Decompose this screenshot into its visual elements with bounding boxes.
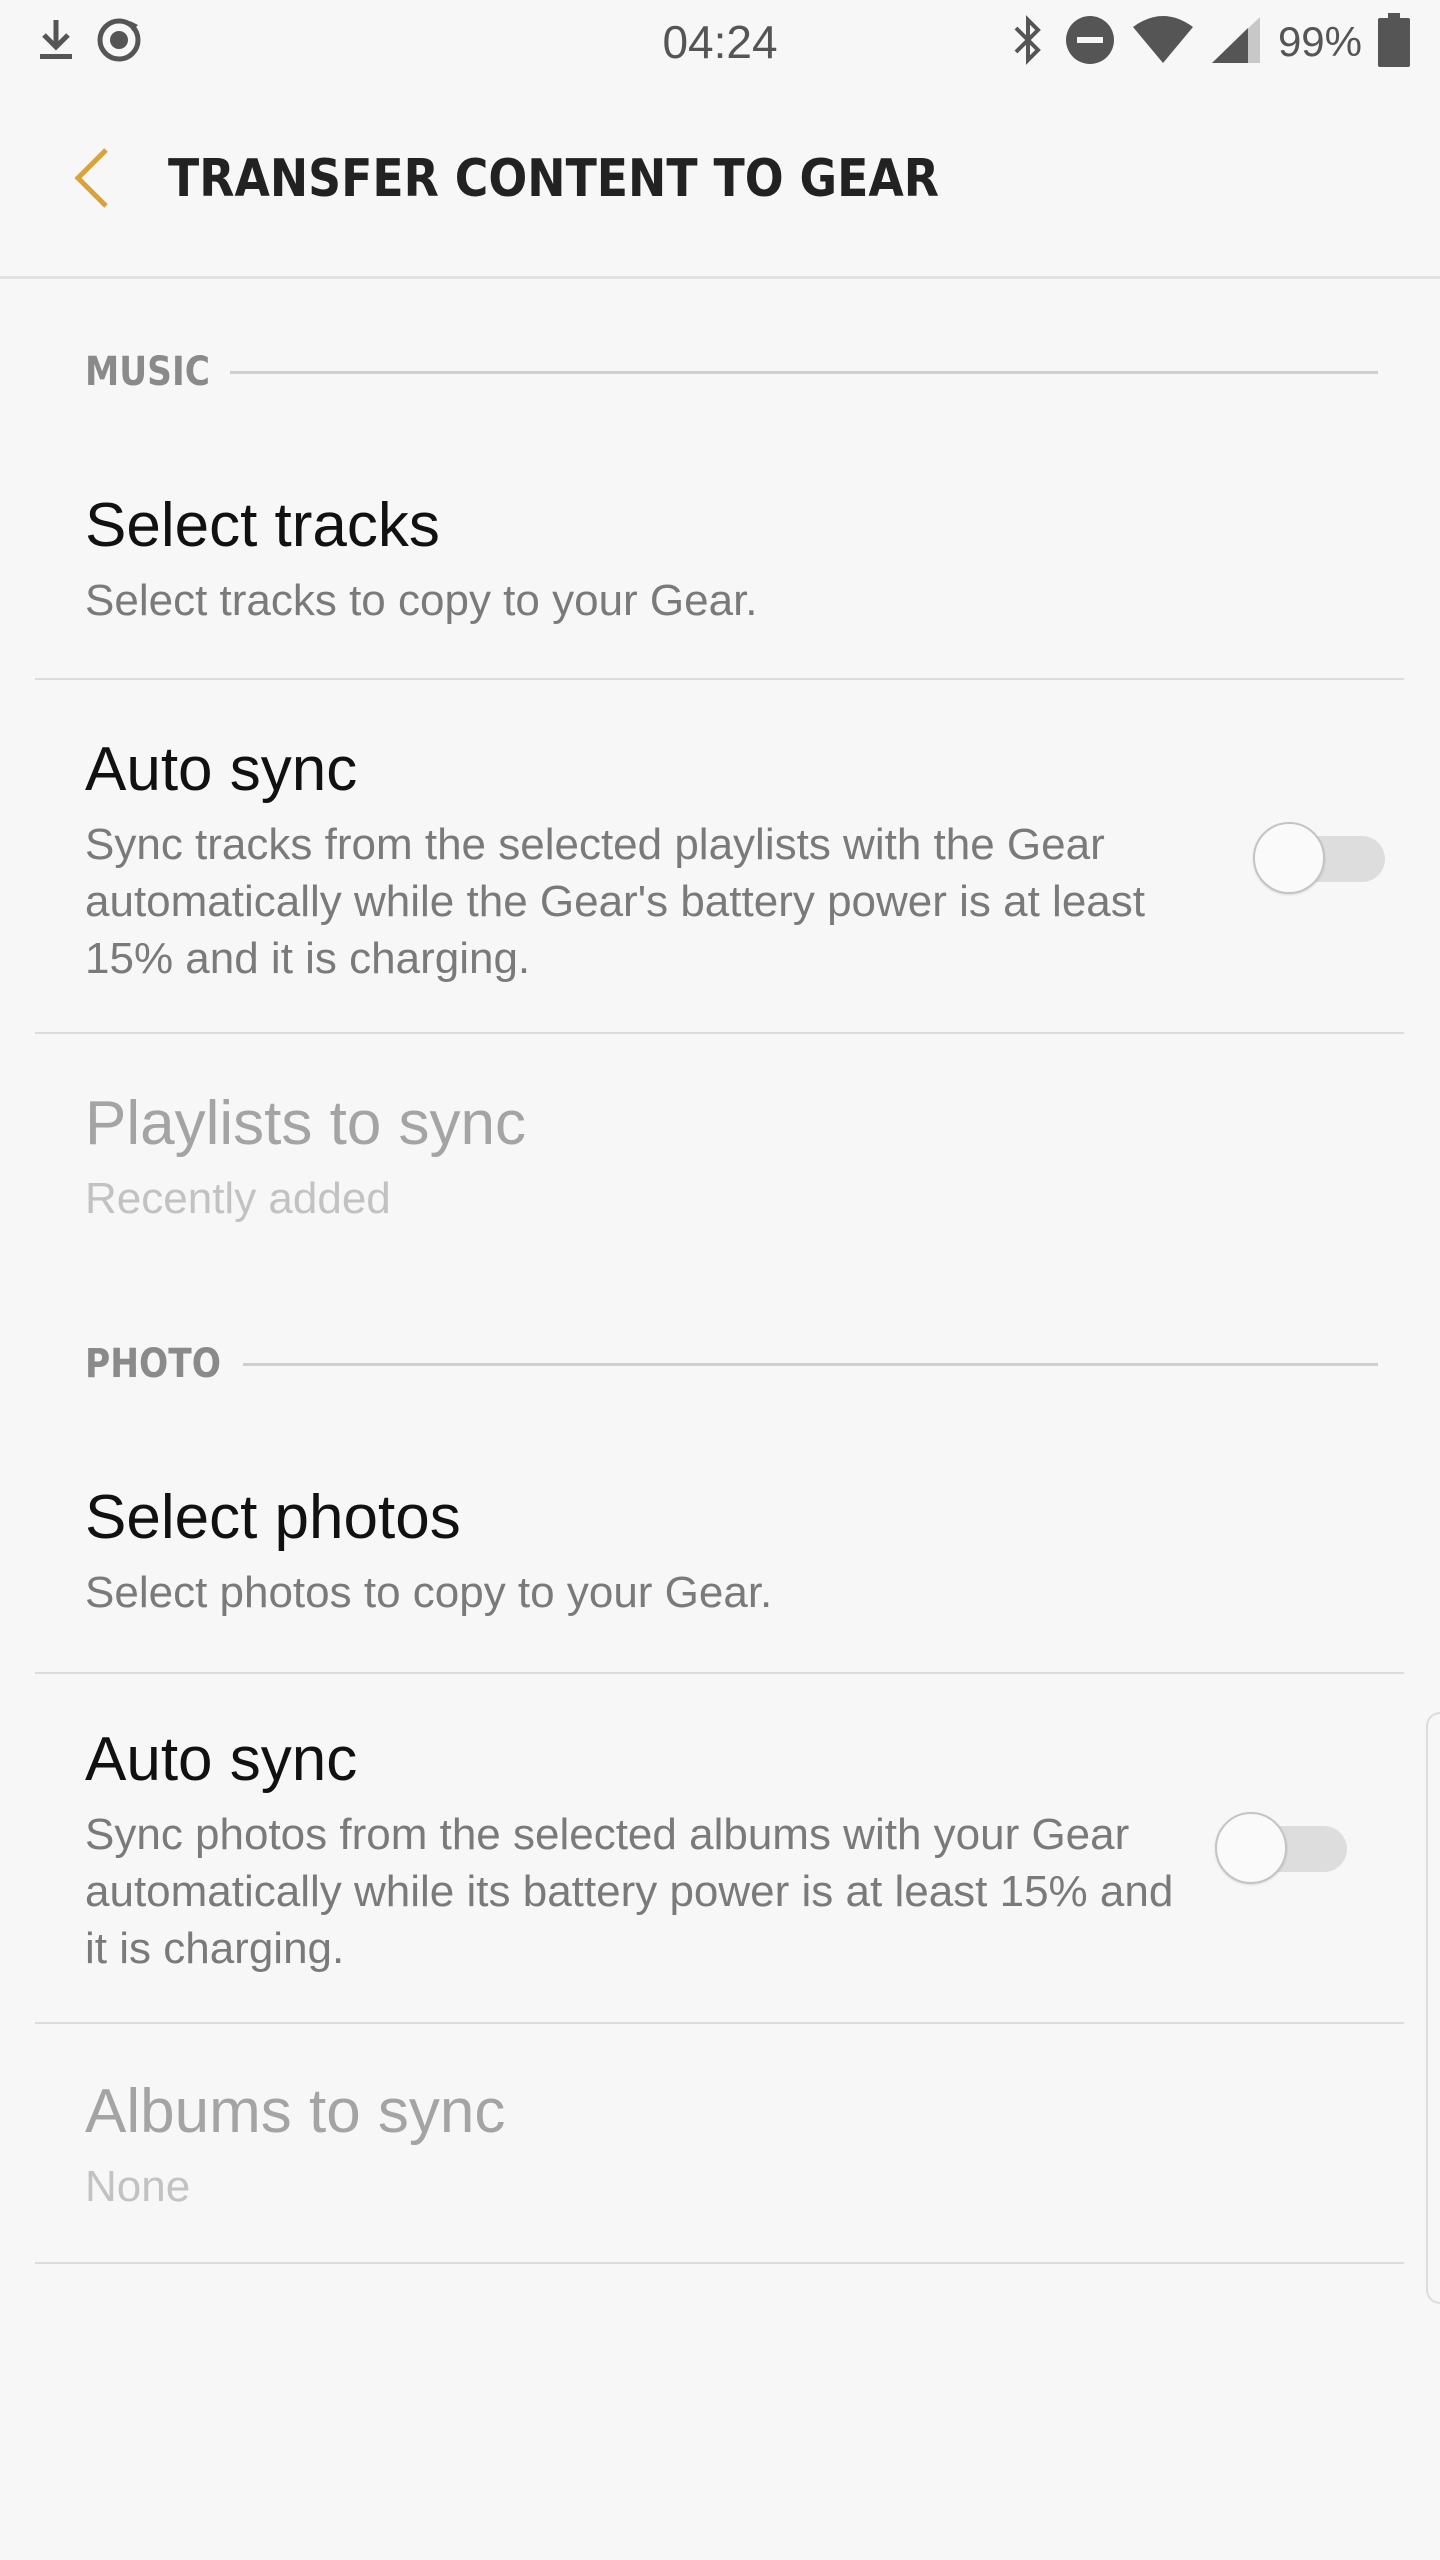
chevron-left-icon bbox=[70, 146, 114, 215]
playlists-to-sync-item[interactable]: Playlists to sync Recently added bbox=[35, 1034, 1404, 1284]
photo-auto-sync-item[interactable]: Auto sync Sync photos from the selected … bbox=[35, 1674, 1404, 2022]
toggle-knob bbox=[1215, 1812, 1287, 1884]
music-auto-sync-toggle[interactable] bbox=[1253, 822, 1385, 894]
albums-to-sync-title: Albums to sync bbox=[85, 2077, 506, 2146]
albums-to-sync-value: None bbox=[85, 2162, 191, 2211]
select-tracks-subtitle: Select tracks to copy to your Gear. bbox=[85, 576, 758, 625]
section-divider bbox=[243, 1362, 1378, 1366]
section-header-music: MUSIC bbox=[85, 342, 1378, 402]
photo-auto-sync-title: Auto sync bbox=[85, 1725, 358, 1794]
section-divider bbox=[230, 370, 1378, 374]
albums-to-sync-item[interactable]: Albums to sync None bbox=[35, 2024, 1404, 2262]
section-label-music: MUSIC bbox=[85, 349, 210, 395]
music-auto-sync-title: Auto sync bbox=[85, 735, 358, 804]
select-tracks-item[interactable]: Select tracks Select tracks to copy to y… bbox=[35, 470, 1404, 678]
select-photos-item[interactable]: Select photos Select photos to copy to y… bbox=[35, 1462, 1404, 1672]
photo-auto-sync-subtitle: Sync photos from the selected albums wit… bbox=[85, 1810, 1174, 1973]
page-title: TRANSFER CONTENT TO GEAR bbox=[168, 149, 940, 209]
cell-signal-icon bbox=[1210, 15, 1262, 70]
status-right-icons: 99% bbox=[1008, 12, 1410, 72]
battery-icon bbox=[1378, 12, 1410, 72]
scrollbar[interactable] bbox=[1426, 1712, 1440, 2304]
music-auto-sync-subtitle: Sync tracks from the selected playlists … bbox=[85, 820, 1145, 983]
status-bar: 04:24 99% bbox=[0, 0, 1440, 84]
playlists-to-sync-value: Recently added bbox=[85, 1174, 391, 1223]
app-bar: TRANSFER CONTENT TO GEAR bbox=[0, 84, 1440, 279]
music-auto-sync-item[interactable]: Auto sync Sync tracks from the selected … bbox=[35, 680, 1404, 1032]
do-not-disturb-icon bbox=[1064, 14, 1116, 71]
wifi-icon bbox=[1132, 15, 1194, 70]
bluetooth-icon bbox=[1008, 14, 1048, 71]
back-button[interactable] bbox=[52, 140, 132, 220]
section-label-photo: PHOTO bbox=[85, 1341, 221, 1387]
playlists-to-sync-title: Playlists to sync bbox=[85, 1089, 527, 1158]
select-tracks-title: Select tracks bbox=[85, 491, 440, 560]
battery-percent: 99% bbox=[1277, 18, 1362, 65]
select-photos-subtitle: Select photos to copy to your Gear. bbox=[85, 1568, 773, 1617]
select-photos-title: Select photos bbox=[85, 1483, 461, 1552]
photo-auto-sync-toggle[interactable] bbox=[1215, 1812, 1347, 1884]
toggle-knob bbox=[1253, 822, 1325, 894]
list-divider bbox=[35, 2262, 1404, 2264]
section-header-photo: PHOTO bbox=[85, 1334, 1378, 1394]
